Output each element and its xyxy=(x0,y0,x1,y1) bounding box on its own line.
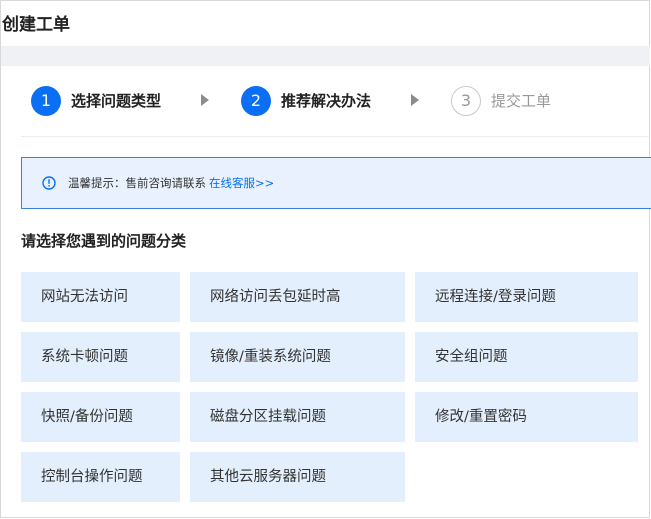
category-system-lag[interactable]: 系统卡顿问题 xyxy=(21,332,180,382)
step-3-number: 3 xyxy=(451,86,481,116)
step-indicator: 1 选择问题类型 2 推荐解决办法 3 提交工单 xyxy=(0,84,651,118)
category-console-operation[interactable]: 控制台操作问题 xyxy=(21,452,180,502)
category-image-reinstall[interactable]: 镜像/重装系统问题 xyxy=(190,332,405,382)
step-arrow-icon xyxy=(201,94,209,106)
info-icon xyxy=(42,176,56,190)
step-arrow-icon xyxy=(411,94,419,106)
step-1-label: 选择问题类型 xyxy=(71,92,162,110)
notice-message: 温馨提示：售前咨询请联系 xyxy=(68,176,206,190)
category-reset-password[interactable]: 修改/重置密码 xyxy=(415,392,638,442)
notice-text: 温馨提示：售前咨询请联系 在线客服>> xyxy=(68,175,274,191)
category-website-unreachable[interactable]: 网站无法访问 xyxy=(21,272,180,322)
category-remote-login[interactable]: 远程连接/登录问题 xyxy=(415,272,638,322)
category-other-cvm[interactable]: 其他云服务器问题 xyxy=(190,452,405,502)
step-1-number: 1 xyxy=(31,86,61,116)
notice-banner: 温馨提示：售前咨询请联系 在线客服>> xyxy=(21,157,651,209)
step-3-label: 提交工单 xyxy=(491,92,552,110)
step-2-label: 推荐解决办法 xyxy=(281,92,372,110)
header-separator xyxy=(1,46,650,66)
category-packet-loss-latency[interactable]: 网络访问丢包延时高 xyxy=(190,272,405,322)
category-snapshot-backup[interactable]: 快照/备份问题 xyxy=(21,392,180,442)
step-2-number: 2 xyxy=(241,86,271,116)
category-security-group[interactable]: 安全组问题 xyxy=(415,332,638,382)
steps-divider xyxy=(21,136,650,137)
categories-title: 请选择您遇到的问题分类 xyxy=(21,232,187,250)
online-service-link[interactable]: 在线客服>> xyxy=(209,176,274,190)
category-disk-mount[interactable]: 磁盘分区挂载问题 xyxy=(190,392,405,442)
page-title: 创建工单 xyxy=(2,15,70,35)
